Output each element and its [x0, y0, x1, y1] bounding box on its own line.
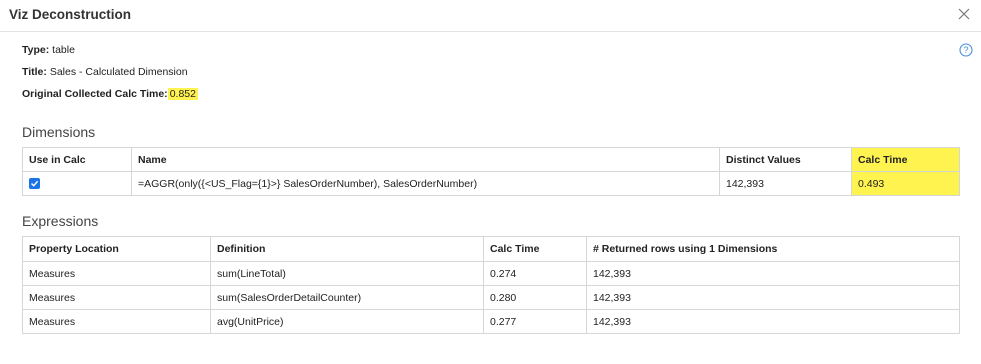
- table-row: Measures sum(LineTotal) 0.274 142,393: [22, 261, 960, 286]
- returned-rows-cell: 142,393: [586, 285, 960, 310]
- column-header: Calc Time: [851, 147, 960, 172]
- meta-title: Title: Sales - Calculated Dimension: [22, 66, 188, 78]
- meta-title-label: Title:: [22, 66, 47, 78]
- column-header: Distinct Values: [719, 147, 852, 172]
- meta-title-value: Sales - Calculated Dimension: [49, 66, 188, 78]
- meta-type-value: table: [52, 44, 75, 56]
- dimensions-heading: Dimensions: [22, 124, 96, 140]
- dimension-name-cell: =AGGR(only({<US_Flag={1}>} SalesOrderNum…: [131, 171, 720, 196]
- table-row: =AGGR(only({<US_Flag={1}>} SalesOrderNum…: [22, 171, 960, 196]
- calc-time-cell: 0.274: [483, 261, 587, 286]
- distinct-values-cell: 142,393: [719, 171, 852, 196]
- table-row: Measures sum(SalesOrderDetailCounter) 0.…: [22, 285, 960, 310]
- location-cell: Measures: [22, 309, 211, 334]
- help-icon[interactable]: ?: [959, 43, 973, 57]
- definition-cell: sum(SalesOrderDetailCounter): [210, 285, 484, 310]
- table-row: Measures avg(UnitPrice) 0.277 142,393: [22, 309, 960, 334]
- meta-type-label: Type:: [22, 44, 50, 56]
- definition-cell: sum(LineTotal): [210, 261, 484, 286]
- calc-time-cell: 0.277: [483, 309, 587, 334]
- column-header: Property Location: [22, 236, 211, 262]
- checkbox-checked-icon[interactable]: [29, 178, 40, 190]
- meta-calc-value: 0.852: [167, 88, 198, 100]
- definition-cell: avg(UnitPrice): [210, 309, 484, 334]
- meta-calc-time: Original Collected Calc Time: 0.852: [22, 88, 198, 100]
- table-header-row: Property Location Definition Calc Time #…: [22, 236, 960, 262]
- returned-rows-cell: 142,393: [586, 261, 960, 286]
- table-header-row: Use in Calc Name Distinct Values Calc Ti…: [22, 147, 960, 172]
- expressions-table: Property Location Definition Calc Time #…: [22, 236, 960, 334]
- location-cell: Measures: [22, 285, 211, 310]
- dialog-title: Viz Deconstruction: [9, 7, 132, 22]
- use-in-calc-cell: [22, 171, 132, 196]
- dimensions-table: Use in Calc Name Distinct Values Calc Ti…: [22, 147, 960, 196]
- location-cell: Measures: [22, 261, 211, 286]
- column-header: Calc Time: [483, 236, 587, 262]
- close-icon[interactable]: [956, 6, 972, 22]
- column-header: Definition: [210, 236, 484, 262]
- calc-time-cell: 0.493: [851, 171, 960, 196]
- returned-rows-cell: 142,393: [586, 309, 960, 334]
- column-header: # Returned rows using 1 Dimensions: [586, 236, 960, 262]
- dialog-header: Viz Deconstruction: [0, 0, 981, 32]
- meta-calc-label: Original Collected Calc Time:: [22, 88, 168, 100]
- column-header: Name: [131, 147, 720, 172]
- column-header: Use in Calc: [22, 147, 132, 172]
- meta-type: Type: table: [22, 44, 75, 56]
- expressions-heading: Expressions: [22, 213, 99, 229]
- svg-text:?: ?: [963, 45, 968, 55]
- calc-time-cell: 0.280: [483, 285, 587, 310]
